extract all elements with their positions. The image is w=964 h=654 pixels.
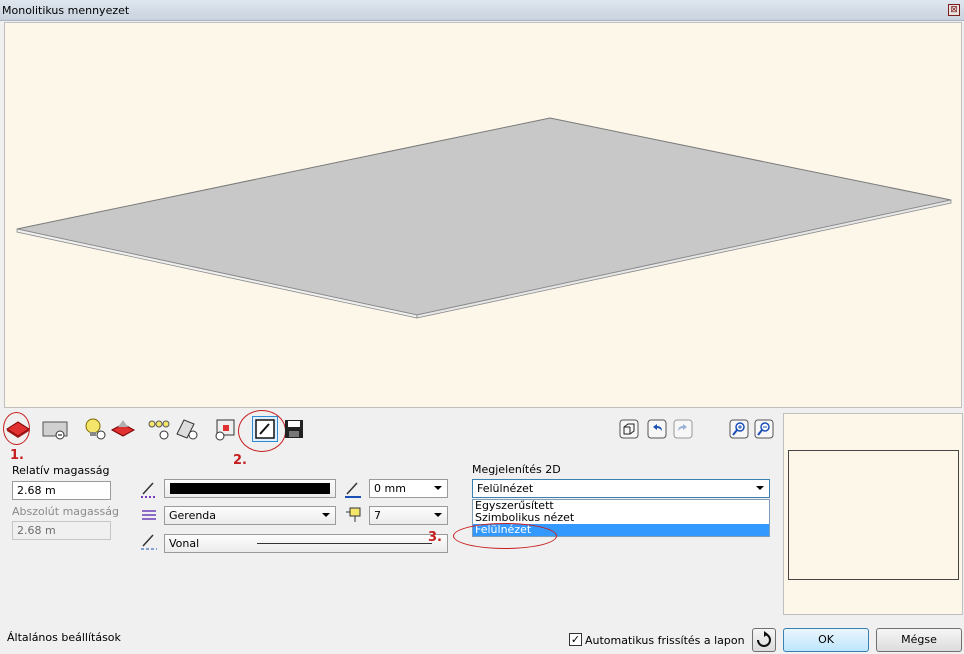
undo-icon[interactable] [644, 416, 670, 442]
line-type-value: Vonal [169, 537, 200, 550]
slab-red-button[interactable] [110, 416, 136, 442]
absolute-height-label: Abszolút magasság [12, 505, 119, 518]
title-bar: Monolitikus mennyezet ⊠ [0, 0, 964, 21]
layer-icon [138, 504, 160, 526]
chevron-down-icon [434, 486, 442, 490]
annotation-step2: 2. [233, 453, 247, 468]
layer-value: Gerenda [169, 509, 217, 522]
window-title: Monolitikus mennyezet [2, 4, 130, 17]
annotation-ring-2 [238, 410, 286, 452]
add-points-button[interactable] [146, 416, 172, 442]
add-beam-button[interactable] [42, 416, 68, 442]
pen-number-value: 7 [374, 509, 381, 522]
chevron-down-icon [434, 513, 442, 517]
pen-number-icon [342, 504, 364, 526]
annotation-ring-3 [453, 523, 557, 549]
chevron-down-icon [756, 486, 764, 490]
auto-refresh-checkbox[interactable]: ✓ [569, 633, 582, 646]
ok-button[interactable]: OK [783, 628, 869, 652]
add-edge-button[interactable] [174, 416, 200, 442]
annotation-step3: 3. [428, 530, 442, 545]
3d-view-icon[interactable] [616, 416, 642, 442]
layer-select[interactable]: Gerenda [164, 506, 336, 525]
refresh-button[interactable] [752, 628, 776, 652]
3d-viewport[interactable] [4, 22, 962, 408]
add-light-button[interactable] [82, 416, 108, 442]
relative-height-input[interactable]: 2.68 m [12, 481, 111, 500]
zoom-out-icon[interactable] [751, 416, 777, 442]
preview-frame [788, 450, 959, 580]
relative-height-label: Relatív magasság [12, 464, 110, 477]
save-icon[interactable] [281, 416, 307, 442]
pen-number-select[interactable]: 7 [369, 506, 448, 525]
zoom-in-icon[interactable] [726, 416, 752, 442]
auto-refresh-label: Automatikus frissítés a lapon [585, 634, 745, 647]
absolute-height-input: 2.68 m [12, 521, 111, 540]
pen-color-swatch [170, 483, 330, 494]
annotation-ring-1 [3, 412, 30, 445]
display-2d-selected: Felülnézet [477, 482, 534, 495]
pen-color-select[interactable] [164, 479, 336, 498]
preview-panel [783, 413, 963, 615]
display-2d-select[interactable]: Felülnézet [472, 479, 770, 498]
line-type-icon [138, 530, 160, 552]
slab-3d-render [16, 117, 952, 319]
add-opening-button[interactable] [212, 416, 238, 442]
pen-width-icon [342, 478, 364, 500]
chevron-down-icon [322, 513, 330, 517]
general-settings-label[interactable]: Általános beállítások [7, 631, 121, 644]
annotation-step1: 1. [10, 448, 24, 463]
display-2d-label: Megjelenítés 2D [472, 463, 561, 476]
cancel-button[interactable]: Mégse [876, 628, 962, 652]
pen-width-select[interactable]: 0 mm [369, 479, 448, 498]
redo-icon[interactable] [670, 416, 696, 442]
line-type-preview [257, 543, 432, 544]
close-icon[interactable]: ⊠ [948, 4, 960, 16]
line-type-select[interactable]: Vonal [164, 534, 448, 553]
refresh-icon [757, 631, 771, 647]
pen-color-icon [138, 478, 160, 500]
pen-width-value: 0 mm [374, 482, 406, 495]
